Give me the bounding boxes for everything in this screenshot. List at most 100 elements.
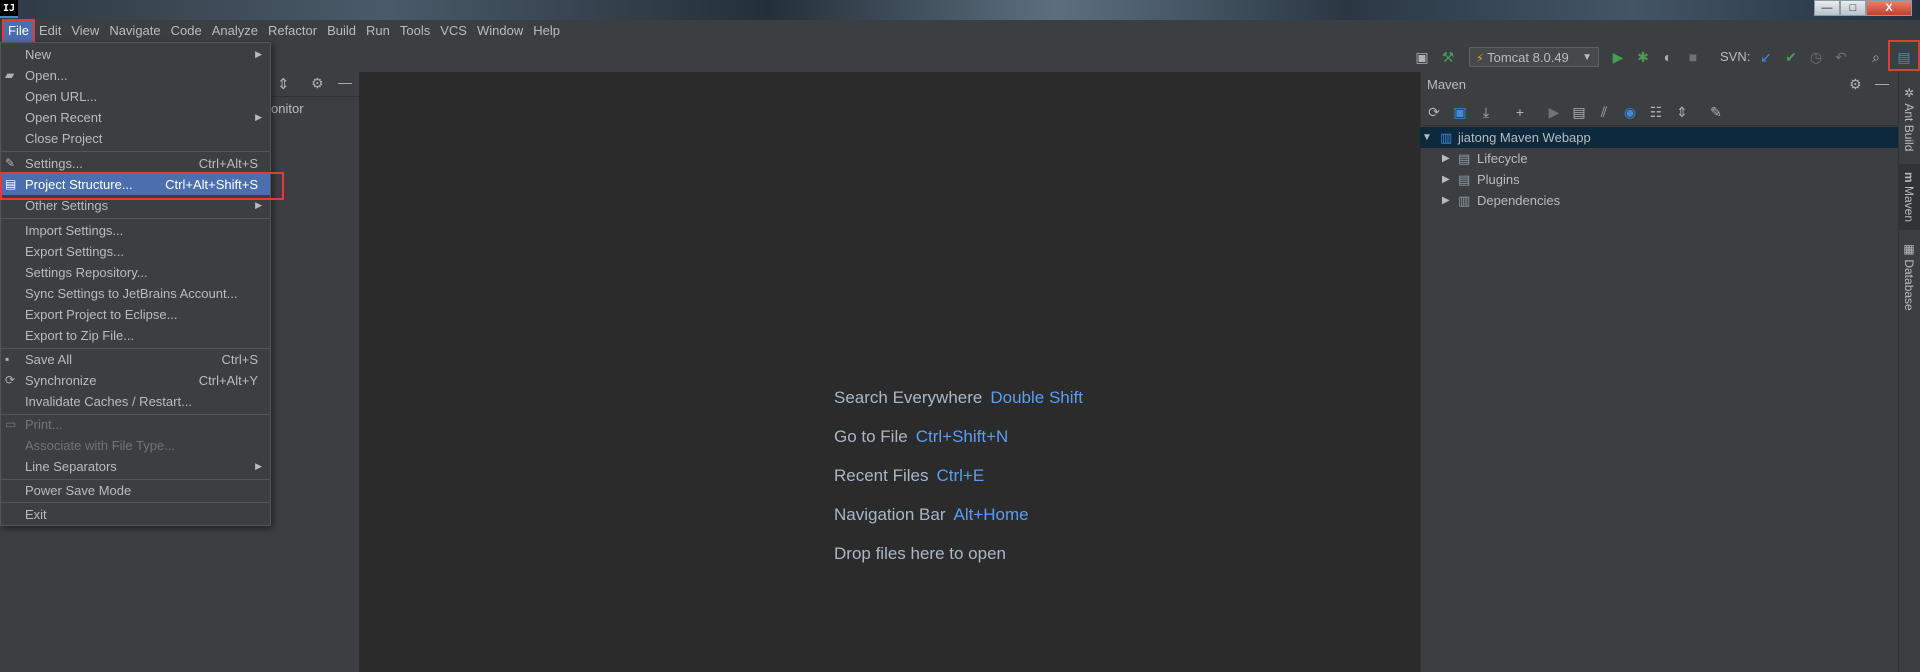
tree-label: Plugins: [1477, 172, 1520, 187]
submenu-arrow-icon: ▶: [255, 461, 262, 471]
wrench-icon[interactable]: ✎: [1707, 103, 1725, 121]
menu-item-associate-file-type[interactable]: Associate with File Type...: [1, 435, 270, 456]
run-config-label: Tomcat 8.0.49: [1487, 50, 1569, 65]
menu-item-open[interactable]: ▰ Open...: [1, 65, 270, 86]
menu-item-open-url[interactable]: Open URL...: [1, 86, 270, 107]
gear-icon[interactable]: ⚙: [311, 75, 324, 92]
menu-item-shortcut: Ctrl+Alt+S: [198, 156, 258, 171]
collapsed-arrow-icon[interactable]: ▶: [1442, 190, 1450, 211]
menu-separator: [1, 151, 270, 152]
expanded-arrow-icon[interactable]: ▼: [1422, 127, 1432, 148]
menu-item-save-all[interactable]: ▪ Save All Ctrl+S: [1, 349, 270, 370]
right-tool-stripe: [1898, 72, 1920, 672]
menu-item-sync-settings[interactable]: Sync Settings to JetBrains Account...: [1, 283, 270, 304]
tab-database[interactable]: ▦ Database: [1898, 240, 1920, 312]
tab-ant-build[interactable]: ✲ Ant Build: [1898, 84, 1920, 154]
menu-item-label: Settings Repository...: [25, 265, 148, 280]
run-icon[interactable]: ▶: [1610, 49, 1626, 65]
maven-tree-root[interactable]: ▼ ▥ jiatong Maven Webapp: [1420, 127, 1898, 148]
menu-item-import-settings[interactable]: Import Settings...: [1, 220, 270, 241]
collapsed-arrow-icon[interactable]: ▶: [1442, 148, 1450, 169]
maven-tree-item-lifecycle[interactable]: ▶ ▤ Lifecycle: [1420, 148, 1898, 169]
menu-item-line-separators[interactable]: Line Separators ▶: [1, 456, 270, 477]
menu-help[interactable]: Help: [528, 20, 565, 42]
history-icon[interactable]: ◷: [1808, 49, 1824, 65]
project-tree-item[interactable]: onitor: [271, 101, 304, 116]
menu-item-invalidate-caches[interactable]: Invalidate Caches / Restart...: [1, 391, 270, 412]
hide-panel-icon[interactable]: —: [338, 74, 352, 90]
toggle-offline-icon[interactable]: ⫽: [1595, 103, 1613, 121]
menu-edit[interactable]: Edit: [34, 20, 66, 42]
download-icon[interactable]: ⤓: [1477, 103, 1495, 121]
maven-tree-item-plugins[interactable]: ▶ ▤ Plugins: [1420, 169, 1898, 190]
hint-shortcut: Ctrl+E: [936, 466, 985, 485]
run-configuration-selector[interactable]: ⚡ Tomcat 8.0.49 ▼: [1469, 47, 1599, 67]
folder-icon: ▰: [5, 68, 15, 82]
run-config-icon[interactable]: ▤: [1570, 103, 1588, 121]
collapse-all-icon[interactable]: ⇕: [277, 75, 290, 93]
menu-item-synchronize[interactable]: ⟳ Synchronize Ctrl+Alt+Y: [1, 370, 270, 391]
build-hammer-icon[interactable]: ⚒: [1440, 49, 1456, 65]
menu-analyze[interactable]: Analyze: [207, 20, 263, 42]
menu-item-open-recent[interactable]: Open Recent ▶: [1, 107, 270, 128]
menu-tools[interactable]: Tools: [395, 20, 435, 42]
maven-tree-item-dependencies[interactable]: ▶ ▥ Dependencies: [1420, 190, 1898, 211]
menu-item-new[interactable]: New ▶: [1, 44, 270, 65]
menu-navigate[interactable]: Navigate: [104, 20, 165, 42]
menu-code[interactable]: Code: [166, 20, 207, 42]
tab-maven[interactable]: m Maven: [1898, 164, 1920, 230]
gear-icon[interactable]: ⚙: [1849, 76, 1862, 93]
add-icon[interactable]: +: [1511, 103, 1529, 121]
menu-item-shortcut: Ctrl+Alt+Y: [198, 373, 258, 388]
debug-icon[interactable]: ✱: [1635, 49, 1651, 65]
menu-item-power-save-mode[interactable]: Power Save Mode: [1, 480, 270, 501]
menu-item-label: Exit: [25, 507, 47, 522]
collapsed-arrow-icon[interactable]: ▶: [1442, 169, 1450, 190]
hint-shortcut: Double Shift: [990, 388, 1083, 407]
menu-view[interactable]: View: [66, 20, 104, 42]
menu-window[interactable]: Window: [472, 20, 528, 42]
show-dependencies-icon[interactable]: ☷: [1647, 103, 1665, 121]
hint-label: Drop files here to open: [834, 544, 1006, 563]
run-goal-icon[interactable]: ▶: [1545, 103, 1563, 121]
generate-sources-icon[interactable]: ▣: [1451, 103, 1469, 121]
svn-commit-icon[interactable]: ✔: [1783, 49, 1799, 65]
tab-label: Ant Build: [1902, 103, 1916, 152]
menu-item-export-eclipse[interactable]: Export Project to Eclipse...: [1, 304, 270, 325]
minimize-button[interactable]: —: [1814, 0, 1840, 16]
layout-icon[interactable]: ▣: [1414, 49, 1430, 65]
maximize-button[interactable]: □: [1840, 0, 1866, 16]
menu-item-export-settings[interactable]: Export Settings...: [1, 241, 270, 262]
search-icon[interactable]: ⌕: [1868, 49, 1884, 65]
menu-vcs[interactable]: VCS: [435, 20, 472, 42]
tree-label: Lifecycle: [1477, 151, 1528, 166]
menu-item-settings[interactable]: ✎ Settings... Ctrl+Alt+S: [1, 153, 270, 174]
dependencies-folder-icon: ▥: [1458, 193, 1471, 208]
maven-root-label: jiatong Maven Webapp: [1458, 130, 1591, 145]
menu-item-label: Sync Settings to JetBrains Account...: [25, 286, 238, 301]
reimport-icon[interactable]: ⟳: [1425, 103, 1443, 121]
menu-item-settings-repository[interactable]: Settings Repository...: [1, 262, 270, 283]
menu-run[interactable]: Run: [361, 20, 395, 42]
menu-separator: [1, 218, 270, 219]
revert-icon[interactable]: ↶: [1833, 49, 1849, 65]
menu-refactor[interactable]: Refactor: [263, 20, 322, 42]
menu-item-close-project[interactable]: Close Project: [1, 128, 270, 149]
svn-update-icon[interactable]: ↙: [1758, 49, 1774, 65]
hint-label: Navigation Bar: [834, 505, 946, 524]
menu-item-exit[interactable]: Exit: [1, 504, 270, 525]
menu-item-print[interactable]: ▭ Print...: [1, 414, 270, 435]
hint-label: Recent Files: [834, 466, 929, 485]
main-toolbar: [0, 42, 1920, 73]
submenu-arrow-icon: ▶: [255, 112, 262, 122]
menu-build[interactable]: Build: [322, 20, 361, 42]
close-button[interactable]: X: [1866, 0, 1912, 16]
collapse-all-icon[interactable]: ⇕: [1673, 103, 1691, 121]
hide-panel-icon[interactable]: —: [1875, 75, 1889, 91]
stop-icon[interactable]: ■: [1685, 49, 1701, 65]
menu-file[interactable]: File: [2, 19, 35, 43]
coverage-icon[interactable]: ◐: [1660, 49, 1676, 65]
tomcat-icon: ⚡: [1476, 53, 1484, 65]
menu-item-export-zip[interactable]: Export to Zip File...: [1, 325, 270, 346]
skip-tests-icon[interactable]: ◉: [1621, 103, 1639, 121]
